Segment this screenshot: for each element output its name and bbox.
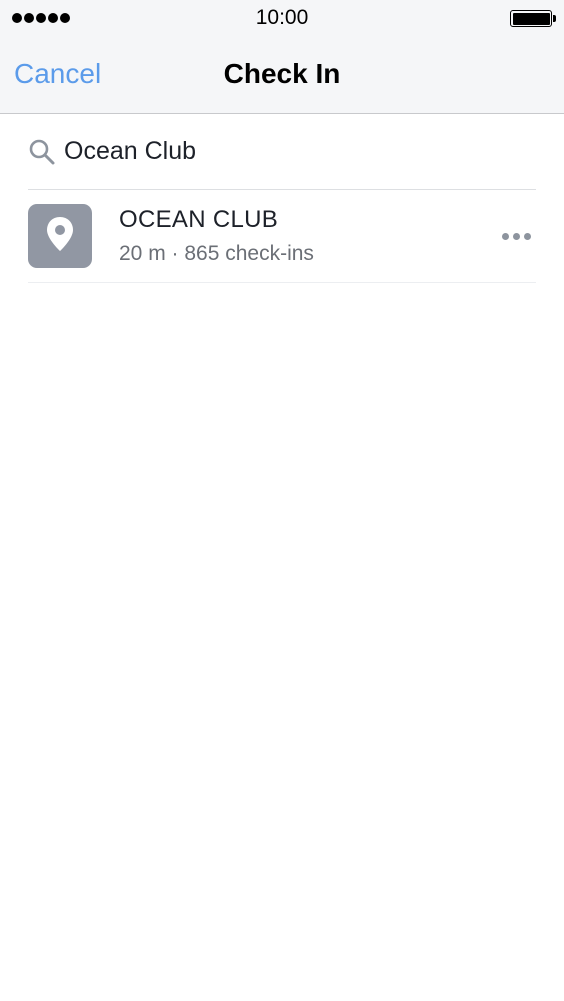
check-in-screen: 10:00 Cancel Check In OCE	[0, 0, 564, 1001]
battery-icon	[510, 10, 556, 27]
search-icon	[28, 138, 56, 166]
place-name: OCEAN CLUB	[119, 206, 279, 233]
cancel-button[interactable]: Cancel	[14, 58, 101, 90]
status-bar: 10:00	[0, 0, 564, 38]
navigation-bar: Cancel Check In	[0, 38, 564, 114]
location-pin-icon	[45, 216, 75, 257]
place-meta: 20 m · 865 check-ins	[119, 242, 314, 265]
search-input[interactable]	[64, 137, 536, 166]
search-bar	[28, 114, 536, 190]
more-options-icon[interactable]	[496, 221, 536, 251]
list-item[interactable]: OCEAN CLUB 20 m · 865 check-ins	[28, 190, 536, 283]
status-time: 10:00	[255, 6, 309, 29]
place-thumbnail	[28, 204, 92, 268]
place-info: OCEAN CLUB 20 m · 865 check-ins	[119, 206, 496, 266]
